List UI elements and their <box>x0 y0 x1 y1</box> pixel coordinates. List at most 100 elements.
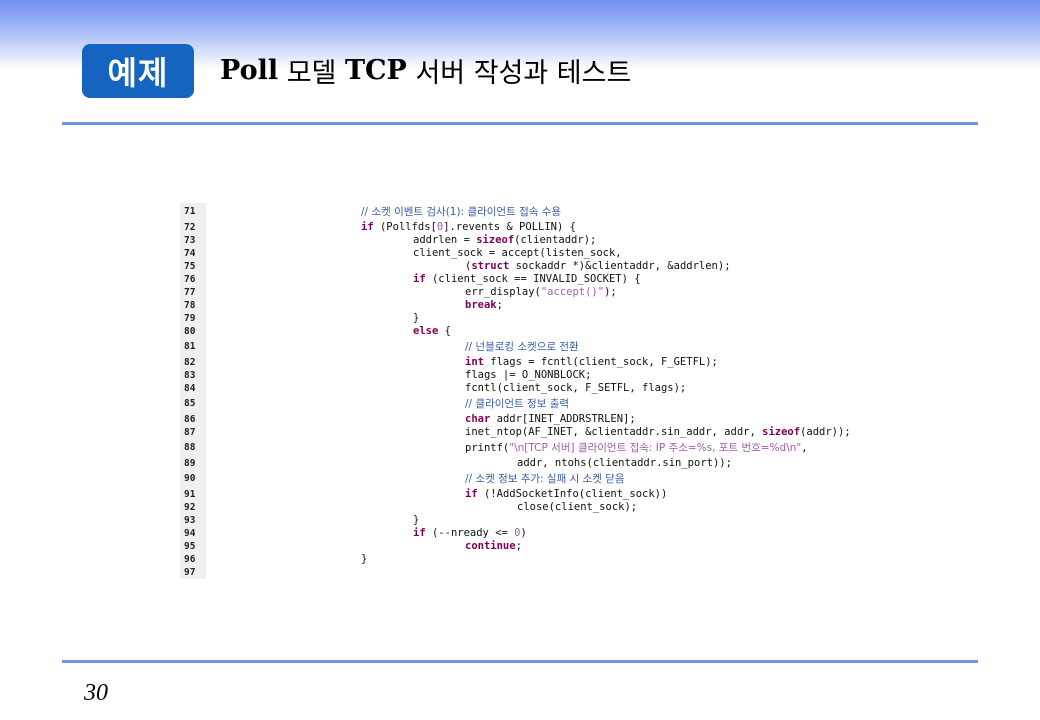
code-token: (Pollfds[ <box>373 221 437 233</box>
code-comment: // 소켓 이벤트 검사(1): 클라이언트 접속 수용 <box>361 206 562 218</box>
code-line: 87 inet_ntop(AF_INET, &clientaddr.sin_add… <box>180 426 880 439</box>
code-text: err_display("accept()"); <box>206 286 617 299</box>
code-token: } <box>413 514 420 526</box>
line-number: 97 <box>180 566 206 579</box>
code-token: } <box>361 553 368 565</box>
code-comment: // 넌블로킹 소켓으로 전환 <box>465 341 579 353</box>
code-text: continue; <box>206 540 522 553</box>
code-line: 77 err_display("accept()"); <box>180 286 880 299</box>
code-keyword: char <box>465 413 491 425</box>
line-number: 94 <box>180 527 206 540</box>
title-part-tcp: TCP <box>344 54 407 86</box>
bottom-divider <box>62 660 978 663</box>
code-text: // 소켓 이벤트 검사(1): 클라이언트 접속 수용 <box>206 203 561 221</box>
code-token: inet_ntop(AF_INET, &clientaddr.sin_addr,… <box>465 426 763 438</box>
code-text: // 넌블로킹 소켓으로 전환 <box>206 338 579 356</box>
code-text: addrlen = sizeof(clientaddr); <box>206 234 596 247</box>
code-token: client_sock = accept(listen_sock, <box>413 247 622 259</box>
code-text: // 클라이언트 정보 출력 <box>206 395 569 413</box>
example-badge: 예제 <box>82 44 194 98</box>
code-line: 93} <box>180 514 880 527</box>
code-token: ) <box>520 527 527 539</box>
code-line: 85 // 클라이언트 정보 출력 <box>180 395 880 413</box>
code-line: 80 else { <box>180 325 880 338</box>
code-text: inet_ntop(AF_INET, &clientaddr.sin_addr,… <box>206 426 851 439</box>
line-number: 72 <box>180 221 206 234</box>
code-line: 79} <box>180 312 880 325</box>
code-text: if (client_sock == INVALID_SOCKET) { <box>206 273 641 286</box>
code-line: 71 // 소켓 이벤트 검사(1): 클라이언트 접속 수용 <box>180 203 880 221</box>
code-line: 73 addrlen = sizeof(clientaddr); <box>180 234 880 247</box>
code-token: addr[INET_ADDRSTRLEN]; <box>490 413 636 425</box>
code-keyword: if <box>465 488 478 500</box>
code-text: if (Pollfds[0].revents & POLLIN) { <box>206 221 576 234</box>
code-text: } <box>206 514 419 527</box>
line-number: 76 <box>180 273 206 286</box>
line-number: 79 <box>180 312 206 325</box>
code-text: else { <box>206 325 451 338</box>
page-number: 30 <box>84 680 108 706</box>
code-token: addrlen = <box>413 234 477 246</box>
code-token: close(client_sock); <box>517 501 638 513</box>
line-number: 87 <box>180 426 206 439</box>
code-token: (!AddSocketInfo(client_sock)) <box>477 488 668 500</box>
code-text: flags |= O_NONBLOCK; <box>206 369 591 382</box>
code-token: , <box>801 442 808 454</box>
code-comment: // 클라이언트 정보 출력 <box>465 398 570 410</box>
code-token: ].revents & POLLIN) { <box>443 221 576 233</box>
code-text: addr, ntohs(clientaddr.sin_port)); <box>206 457 732 470</box>
line-number: 74 <box>180 247 206 260</box>
top-divider <box>62 122 978 125</box>
code-keyword: else <box>413 325 439 337</box>
code-comment: // 소켓 정보 추가: 실패 시 소켓 닫음 <box>465 473 625 485</box>
code-line: 75 (struct sockaddr *)&clientaddr, &addrl… <box>180 260 880 273</box>
line-number: 82 <box>180 356 206 369</box>
code-token: addr, ntohs(clientaddr.sin_port)); <box>517 457 732 469</box>
code-line: 94 if (--nready <= 0) <box>180 527 880 540</box>
line-number: 91 <box>180 488 206 501</box>
line-number: 73 <box>180 234 206 247</box>
code-line: 72 if (Pollfds[0].revents & POLLIN) { <box>180 221 880 234</box>
line-number: 75 <box>180 260 206 273</box>
code-text: if (!AddSocketInfo(client_sock)) <box>206 488 667 501</box>
code-keyword: if <box>413 527 426 539</box>
code-line: 74 client_sock = accept(listen_sock, <box>180 247 880 260</box>
code-token: sockaddr *)&clientaddr, &addrlen); <box>509 260 731 272</box>
code-line: 84 fcntl(client_sock, F_SETFL, flags); <box>180 382 880 395</box>
code-keyword: if <box>361 221 374 233</box>
code-token: flags |= O_NONBLOCK; <box>465 369 592 381</box>
code-token: printf( <box>465 442 510 454</box>
code-line: 97 <box>180 566 880 579</box>
line-number: 77 <box>180 286 206 299</box>
code-token: { <box>438 325 451 337</box>
line-number: 93 <box>180 514 206 527</box>
code-keyword: continue <box>465 540 516 552</box>
code-text: close(client_sock); <box>206 501 637 514</box>
code-token: (client_sock == INVALID_SOCKET) { <box>425 273 641 285</box>
code-token: ; <box>496 299 503 311</box>
code-keyword: sizeof <box>476 234 515 246</box>
line-number: 84 <box>180 382 206 395</box>
example-badge-label: 예제 <box>107 54 169 92</box>
code-text: } <box>206 312 419 325</box>
line-number: 83 <box>180 369 206 382</box>
code-keyword: sizeof <box>762 426 801 438</box>
line-number: 88 <box>180 439 206 457</box>
code-string: "accept()" <box>540 286 605 298</box>
code-text: // 소켓 정보 추가: 실패 시 소켓 닫음 <box>206 470 625 488</box>
code-text: } <box>206 553 367 566</box>
line-number: 95 <box>180 540 206 553</box>
code-line: 86 char addr[INET_ADDRSTRLEN]; <box>180 413 880 426</box>
title-part-model: 모델 <box>278 57 345 89</box>
code-listing: 71// 소켓 이벤트 검사(1): 클라이언트 접속 수용 72 if (Poll… <box>180 203 880 579</box>
code-token: ; <box>515 540 522 552</box>
code-text: int flags = fcntl(client_sock, F_GETFL); <box>206 356 718 369</box>
title-part-server: 서버 작성과 테스트 <box>406 57 632 89</box>
code-token: flags = fcntl(client_sock, F_GETFL); <box>483 356 718 368</box>
line-number: 71 <box>180 203 206 221</box>
code-keyword: if <box>413 273 426 285</box>
line-number: 90 <box>180 470 206 488</box>
code-line: 83 flags |= O_NONBLOCK; <box>180 369 880 382</box>
code-line: 90 // 소켓 정보 추가: 실패 시 소켓 닫음 <box>180 470 880 488</box>
code-string: "\n[TCP 서버] 클라이언트 접속: IP 주소=%s, 포트 번호=%d… <box>509 442 802 454</box>
